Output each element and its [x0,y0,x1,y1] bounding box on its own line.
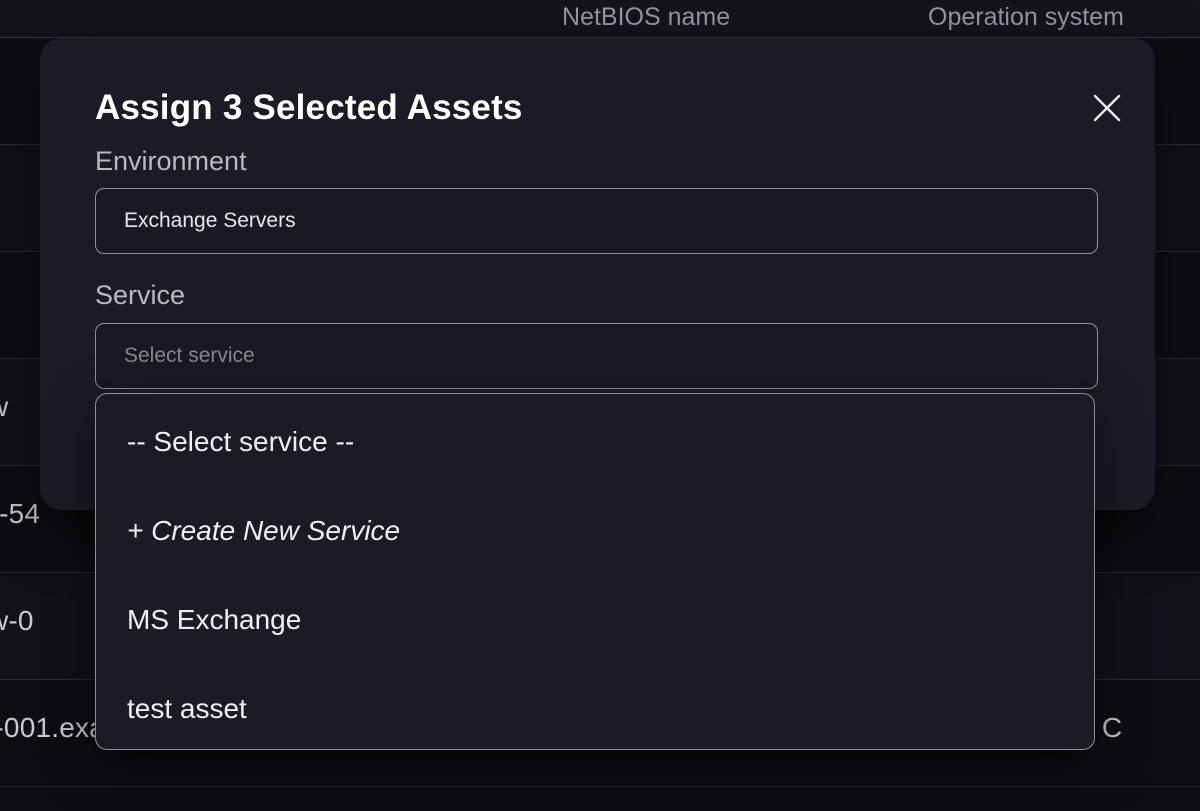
table-header-row: NetBIOS name Operation system [0,0,1200,38]
page-title: Assign 3 Selected Assets [95,88,523,127]
cell-hostname: sew [0,391,8,423]
dropdown-option-select-service[interactable]: -- Select service -- [96,397,1094,486]
dropdown-option-ms-exchange[interactable]: MS Exchange [96,575,1094,664]
dropdown-option-create-new-service[interactable]: + Create New Service [96,486,1094,575]
service-placeholder: Select service [124,344,255,367]
environment-input[interactable]: Exchange Servers [95,188,1098,254]
column-header-operation-system: Operation system [928,3,1124,31]
service-dropdown-list: -- Select service -- + Create New Servic… [95,393,1095,750]
close-button[interactable] [1085,86,1129,130]
dropdown-option-test-asset[interactable]: test asset [96,664,1094,749]
service-label: Service [95,280,186,310]
app-root: NetBIOS name Operation system -12 x 2 .7… [0,0,1200,811]
cell-hostname: -18-54 [0,498,41,529]
cell-hostname: sew-0 [0,605,34,636]
environment-label: Environment [95,146,247,176]
column-header-netbios-name: NetBIOS name [562,3,731,31]
environment-value: Exchange Servers [124,209,296,232]
close-icon [1090,91,1124,125]
service-input[interactable]: Select service [95,323,1098,389]
